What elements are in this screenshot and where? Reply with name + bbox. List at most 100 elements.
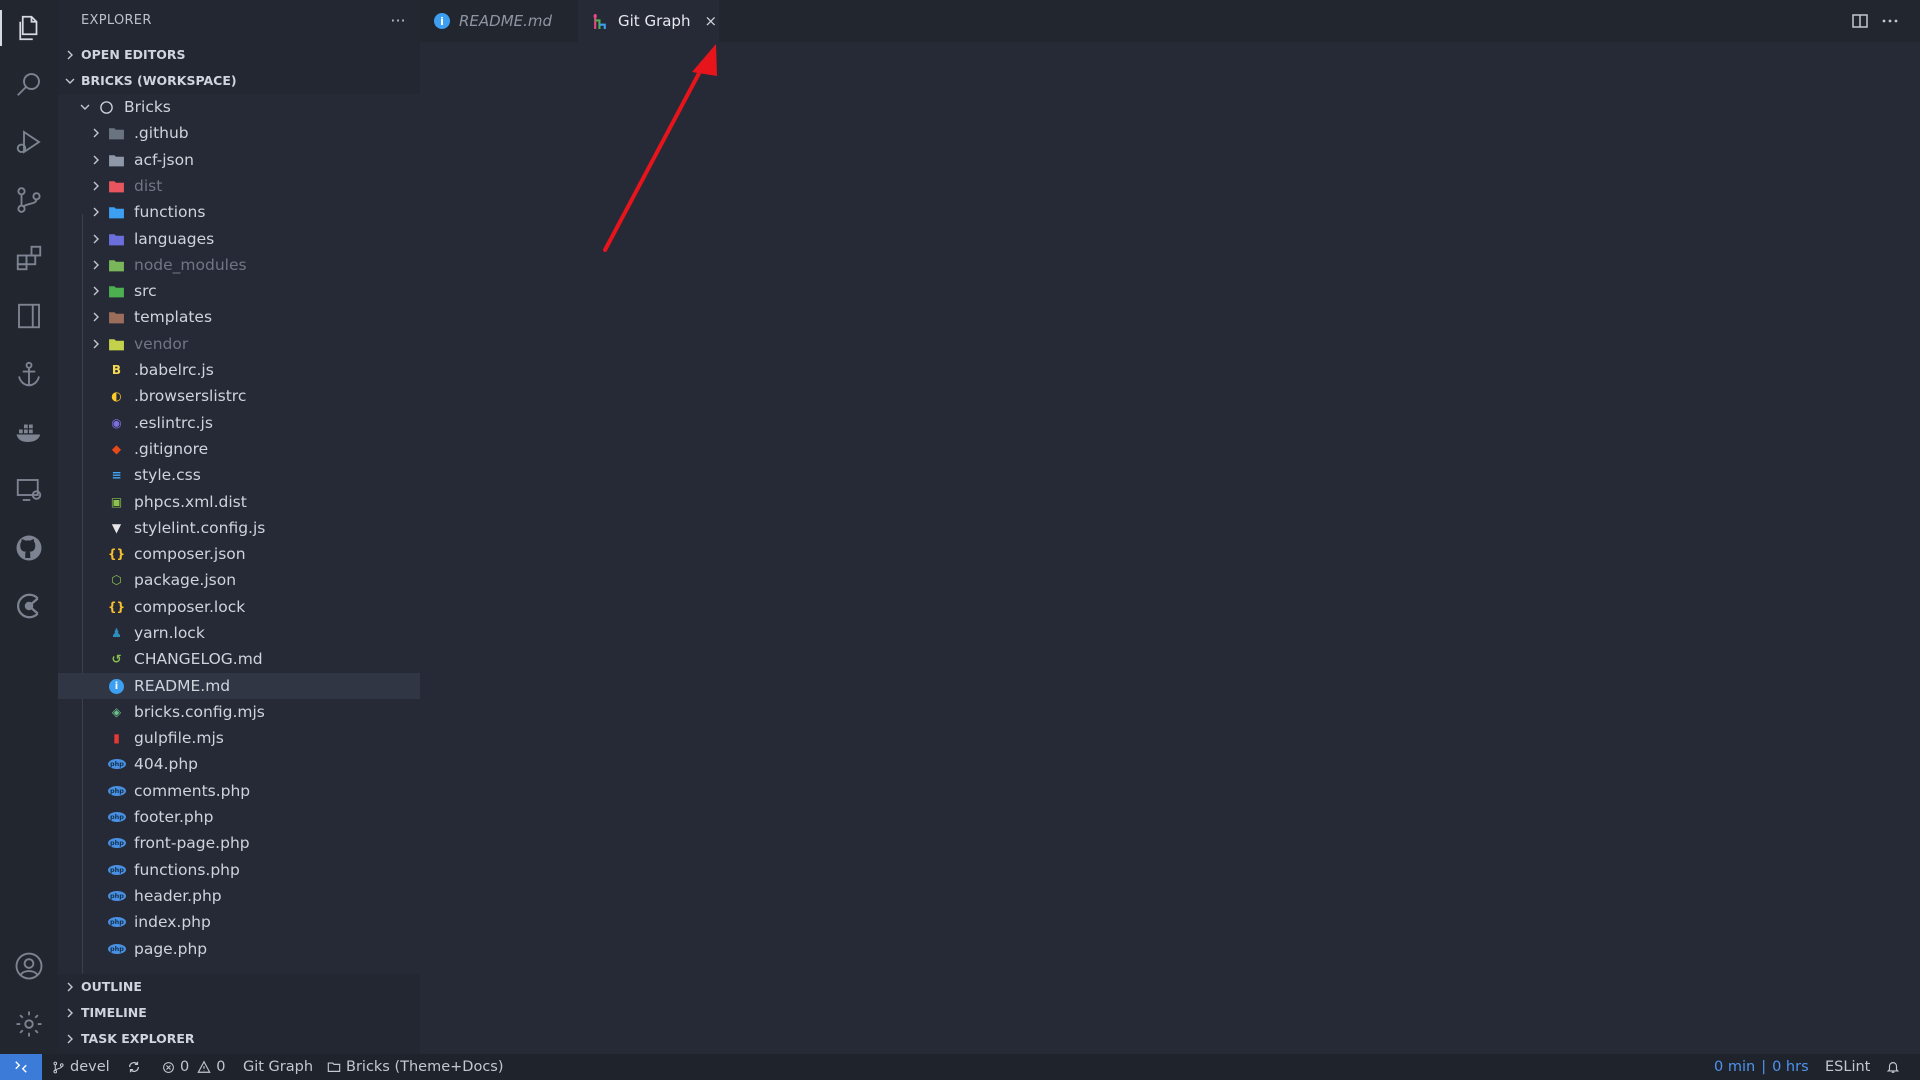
file-tree: Bricks .github acf-json dist functions langu… [58,94,420,974]
section-timeline[interactable]: TIMELINE [58,1000,420,1026]
workspace-status[interactable]: Bricks (Theme+Docs) [327,1054,504,1080]
section-open-editors[interactable]: OPEN EDITORS [58,42,420,68]
tree-file[interactable]: B .babelrc.js [58,357,420,383]
chevron-right-icon [89,173,103,199]
sync-status[interactable] [127,1054,146,1080]
section-label: TASK EXPLORER [81,1031,195,1046]
tree-folder[interactable]: dist [58,173,420,199]
settings-gear-icon[interactable] [0,1000,58,1048]
json-icon: {} [107,547,126,561]
tree-file[interactable]: ▣ phpcs.xml.dist [58,489,420,515]
tree-file[interactable]: ▮ gulpfile.mjs [58,725,420,751]
file-name: gulpfile.mjs [134,729,224,747]
tab-git-graph[interactable]: Git Graph × [578,0,719,42]
folder-name: dist [134,177,163,195]
panel-icon[interactable] [0,292,58,340]
tree-folder[interactable]: vendor [58,331,420,357]
tree-file[interactable]: php footer.php [58,804,420,830]
file-name: yarn.lock [134,624,205,642]
tree-file[interactable]: php 404.php [58,751,420,777]
tree-folder[interactable]: acf-json [58,147,420,173]
more-actions-icon[interactable] [1879,10,1901,32]
tree-file[interactable]: ♟ yarn.lock [58,620,420,646]
git-graph-label: Git Graph [243,1059,314,1075]
folder-name: Bricks [124,98,171,116]
notifications-bell-icon[interactable] [1886,1054,1905,1080]
section-outline[interactable]: OUTLINE [58,974,420,1000]
extensions-icon[interactable] [0,234,58,282]
tree-file[interactable]: i README.md [58,673,420,699]
tree-file[interactable]: {} composer.json [58,541,420,567]
tree-file[interactable]: php index.php [58,909,420,935]
tree-file[interactable]: php front-page.php [58,830,420,856]
git-graph-status[interactable]: Git Graph [243,1054,313,1080]
error-count: 0 [180,1059,190,1075]
tree-file[interactable]: php functions.php [58,857,420,883]
branch-status[interactable]: devel [52,1054,110,1080]
tree-file[interactable]: php comments.php [58,778,420,804]
tree-file[interactable]: php header.php [58,883,420,909]
tree-file[interactable]: ◆ .gitignore [58,436,420,462]
explorer-sidebar: EXPLORER ··· OPEN EDITORS BRICKS (WORKSP… [58,0,420,1054]
browserslist-icon: ◐ [111,389,122,403]
warning-icon [197,1060,211,1073]
search-icon[interactable] [0,60,58,108]
problems-status[interactable]: 0 0 [162,1054,225,1080]
file-name: index.php [134,913,211,931]
section-task-explorer[interactable]: TASK EXPLORER [58,1026,420,1052]
remote-indicator[interactable] [0,1054,42,1080]
editor-tab-bar: i README.md Git Graph × [420,0,1920,42]
tree-folder[interactable]: .github [58,120,420,146]
sync-icon [129,1061,139,1073]
tree-folder[interactable]: templates [58,304,420,330]
remote-explorer-icon[interactable] [0,466,58,514]
file-name: README.md [134,677,231,695]
section-workspace[interactable]: BRICKS (WORKSPACE) [58,68,420,94]
tree-file[interactable]: ◉ .eslintrc.js [58,410,420,436]
php-icon: php [108,759,126,769]
github-icon[interactable] [0,524,58,572]
close-icon[interactable]: × [704,12,717,30]
tree-file[interactable]: ↺ CHANGELOG.md [58,646,420,672]
gitlens-icon[interactable] [0,582,58,630]
split-editor-icon[interactable] [1849,10,1871,32]
time-tracker[interactable]: 0 min | 0 hrs [1714,1054,1809,1080]
explorer-icon[interactable] [0,4,58,52]
account-icon[interactable] [0,942,58,990]
file-name: .eslintrc.js [134,414,213,432]
chevron-down-icon [78,94,92,120]
eslint-status[interactable]: ESLint [1825,1054,1870,1080]
anchor-icon[interactable] [0,350,58,398]
editor-area [420,42,1920,1054]
css-icon: ≡ [111,468,122,482]
json-icon: {} [107,600,126,614]
section-label: OPEN EDITORS [81,47,186,62]
tab-readme[interactable]: i README.md [420,0,578,42]
section-label: BRICKS (WORKSPACE) [81,73,237,88]
gulp-icon: ▮ [113,731,120,745]
tree-root-folder[interactable]: Bricks [58,94,420,120]
more-actions-icon[interactable]: ··· [384,8,412,34]
tree-folder[interactable]: languages [58,226,420,252]
tree-file[interactable]: ≡ style.css [58,462,420,488]
section-label: OUTLINE [81,979,142,994]
section-label: TIMELINE [81,1005,147,1020]
tree-file[interactable]: php page.php [58,936,420,962]
source-control-icon[interactable] [0,176,58,224]
file-name: CHANGELOG.md [134,650,263,668]
tree-file[interactable]: {} composer.lock [58,594,420,620]
tree-file[interactable]: ◈ bricks.config.mjs [58,699,420,725]
eslint-label: ESLint [1825,1059,1871,1075]
tree-folder[interactable]: node_modules [58,252,420,278]
run-debug-icon[interactable] [0,118,58,166]
github-folder-icon [108,125,125,141]
tree-file[interactable]: ◐ .browserslistrc [58,383,420,409]
folder-name: functions [134,203,206,221]
tree-file[interactable]: ⬡ package.json [58,567,420,593]
tree-file[interactable]: ▼ stylelint.config.js [58,515,420,541]
tree-folder[interactable]: src [58,278,420,304]
docker-icon[interactable] [0,408,58,456]
php-icon: php [108,838,126,848]
chevron-right-icon [89,147,103,173]
tree-folder[interactable]: functions [58,199,420,225]
